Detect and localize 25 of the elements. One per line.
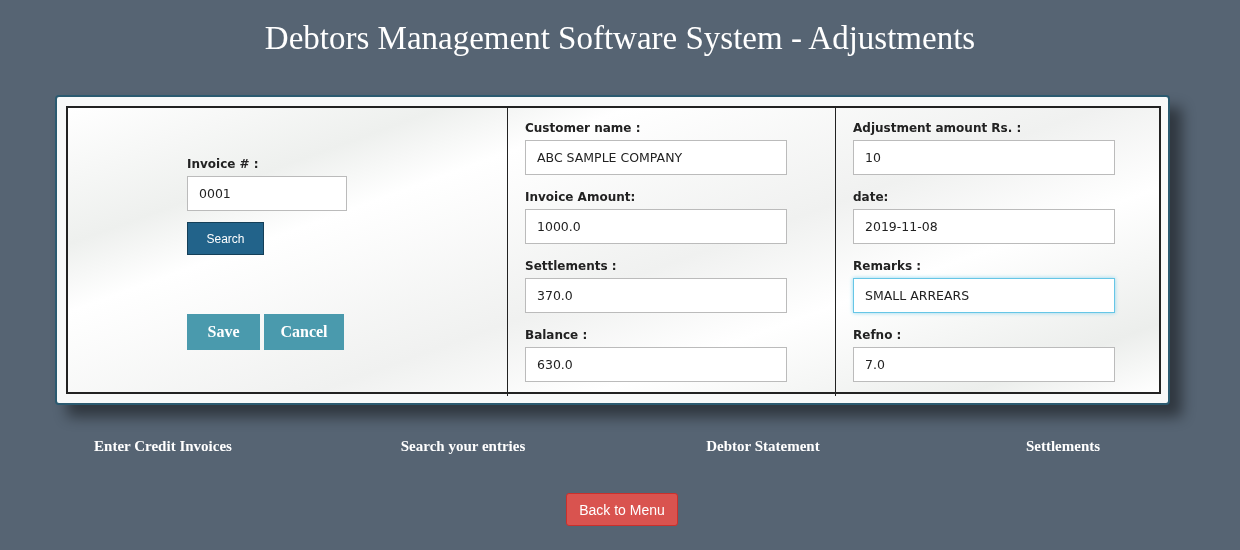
input-field[interactable]: 7.0 xyxy=(853,347,1115,382)
field-label: Invoice # : xyxy=(187,156,259,172)
page-title: Debtors Management Software System - Adjustments xyxy=(264,19,976,58)
search-button[interactable]: Search xyxy=(187,222,264,255)
field-label: date: xyxy=(853,189,889,205)
input-field[interactable]: 1000.0 xyxy=(525,209,787,244)
invoice-field[interactable]: 0001 xyxy=(187,176,347,211)
input-field[interactable]: 2019-11-08 xyxy=(853,209,1115,244)
input-field[interactable]: 370.0 xyxy=(525,278,787,313)
nav-link[interactable]: Search your entries xyxy=(400,438,526,454)
field-label: Settlements : xyxy=(525,258,617,274)
input-field[interactable]: 630.0 xyxy=(525,347,787,382)
input-field[interactable]: SMALL ARREARS xyxy=(853,278,1115,313)
field-label: Remarks : xyxy=(853,258,921,274)
field-label: Adjustment amount Rs. : xyxy=(853,120,1022,136)
input-field[interactable]: 10 xyxy=(853,140,1115,175)
field-label: Invoice Amount: xyxy=(525,189,636,205)
nav-link[interactable]: Debtor Statement xyxy=(706,438,820,454)
field-label: Customer name : xyxy=(525,120,641,136)
field-label: Refno : xyxy=(853,327,902,343)
back-to-menu-button[interactable]: Back to Menu xyxy=(566,493,678,526)
nav-link[interactable]: Enter Credit Invoices xyxy=(94,438,232,454)
field-label: Balance : xyxy=(525,327,588,343)
input-field[interactable]: ABC SAMPLE COMPANY xyxy=(525,140,787,175)
nav-link[interactable]: Settlements xyxy=(1025,438,1101,454)
